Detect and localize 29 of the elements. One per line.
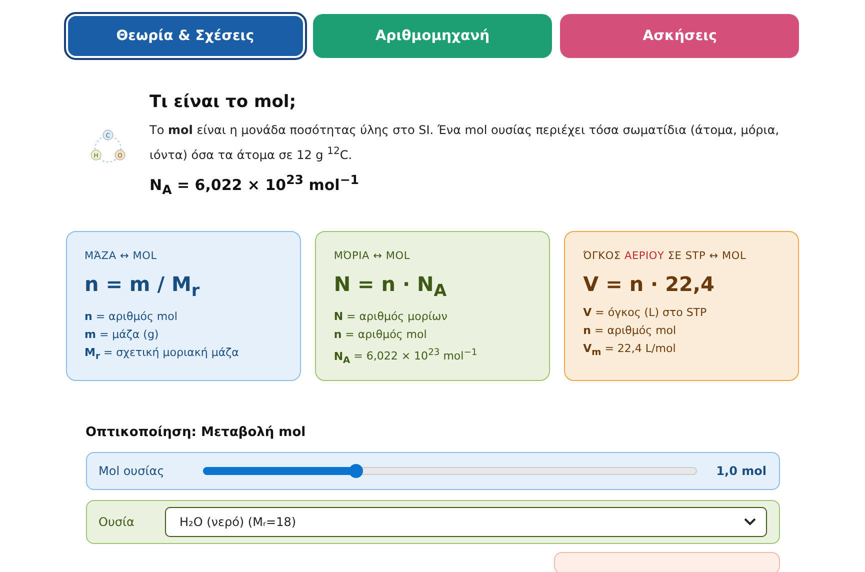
legend-line: N$_{A}$ = 6,022 × 10$^{23}$ mol$^{−1}$	[334, 346, 478, 368]
legend-line: n = αριθμός mol	[334, 327, 428, 343]
slider-thumb[interactable]	[348, 464, 363, 478]
definition-text: Το mol είναι η μονάδα ποσότητας ύλης στο SI. Ένα mol ουσίας περιέχει τόσα σωματίδια (άτομα, μόρια, ιόντα) όσα τα άτομα σε 12 g $^{12}$C.	[150, 122, 780, 164]
legend-line: n = αριθμός mol	[84, 309, 178, 325]
avogadro-constant: N$_{A}$ = 6,022 × 10$^{23}$ mol$^{−1}$	[150, 172, 360, 197]
legend-line: V = όγκος (L) στο STP	[583, 305, 708, 321]
legend-line: m = μάζα (g)	[84, 327, 160, 343]
formula: n = m / M$_{r}$	[84, 272, 201, 300]
section-title: Τι είναι το mol;	[150, 92, 297, 112]
chevron-down-icon	[744, 518, 756, 526]
substance-label: Ουσία	[98, 515, 136, 529]
mol-slider[interactable]	[202, 467, 696, 475]
tab[interactable]: Αριθμομηχανή	[312, 14, 552, 58]
formula: N = n · N$_{A}$	[334, 272, 448, 300]
tab[interactable]: Ασκήσεις	[560, 14, 800, 58]
slider-label: Mol ουσίας	[98, 464, 166, 478]
legend-line: V$_{m}$ = 22,4 L/mol	[583, 341, 677, 360]
substance-dropdown[interactable]: H₂O (νερό) (Mᵣ=18)	[164, 507, 766, 537]
card-heading: ΜΌΡΙΑ ↔ MOL	[334, 250, 411, 262]
mol-reading: 1,0 mol	[715, 464, 766, 478]
visualization-title: Οπτικοποίηση: Μεταβολή mol	[86, 425, 307, 440]
card-heading: ΜΆΖΑ ↔ MOL	[84, 250, 158, 262]
tab[interactable]: Θεωρία & Σχέσεις	[66, 14, 305, 58]
formula: V = n · 22,4	[583, 272, 716, 296]
legend-line: n = αριθμός mol	[583, 323, 678, 339]
legend-line: M$_{r}$ = σχετική μοριακή μάζα	[84, 345, 240, 364]
card-heading: ΌΓΚΟΣ ΑΕΡΙΟΥ ΣΕ STP ↔ MOL	[583, 250, 748, 262]
legend-line: N = αριθμός μορίων	[334, 309, 448, 325]
